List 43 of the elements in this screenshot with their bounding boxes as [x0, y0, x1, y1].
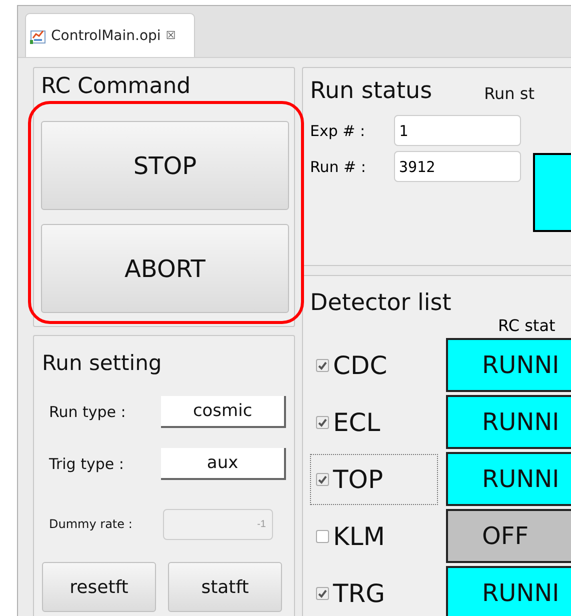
- checkbox[interactable]: [316, 530, 329, 542]
- status-indicator: RUNNI: [446, 395, 571, 449]
- detector-checkbox[interactable]: TOP: [310, 454, 438, 504]
- status-indicator: OFF: [446, 509, 571, 563]
- field-label: Run # :: [310, 158, 367, 176]
- panel-title: Run status: [310, 78, 432, 104]
- field-label: Dummy rate :: [49, 517, 134, 531]
- panel-title: RC Command: [41, 74, 192, 99]
- detector-name: CDC: [333, 350, 388, 380]
- checkbox[interactable]: [316, 416, 329, 428]
- field-label: Run type :: [49, 403, 127, 421]
- input-field[interactable]: 1: [394, 115, 521, 146]
- field-label: Trig type :: [49, 455, 125, 473]
- option-selector[interactable]: aux: [161, 448, 286, 480]
- detector-name: KLM: [333, 522, 385, 550]
- run-state-label: Run st: [484, 84, 534, 104]
- action-button[interactable]: statft: [168, 562, 282, 612]
- detector-checkbox[interactable]: CDC: [310, 340, 438, 390]
- detector-checkbox[interactable]: TRG: [310, 568, 438, 616]
- detector-checkbox[interactable]: KLM: [310, 510, 438, 562]
- panel-title: Run setting: [42, 350, 163, 376]
- command-button[interactable]: STOP: [41, 121, 289, 210]
- status-indicator: RUNNI: [446, 566, 571, 616]
- checkbox[interactable]: [316, 358, 329, 372]
- chart-icon: [30, 28, 46, 44]
- action-button[interactable]: resetft: [42, 562, 156, 612]
- checkbox[interactable]: [316, 472, 329, 486]
- detector-name: ECL: [333, 408, 380, 436]
- editor-tab[interactable]: ControlMain.opi ☒: [25, 13, 195, 57]
- detector-checkbox[interactable]: ECL: [310, 396, 438, 448]
- command-button[interactable]: ABORT: [41, 224, 289, 313]
- detector-name: TOP: [333, 464, 384, 494]
- close-icon[interactable]: ☒: [166, 29, 176, 42]
- detector-name: TRG: [333, 578, 386, 608]
- status-indicator: RUNNI: [446, 338, 571, 392]
- option-selector[interactable]: cosmic: [161, 396, 286, 428]
- checkbox[interactable]: [316, 586, 329, 600]
- tab-title: ControlMain.opi: [51, 28, 161, 44]
- input-field[interactable]: 3912: [394, 151, 521, 182]
- column-header: RC stat: [498, 316, 556, 336]
- status-indicator: RUNNI: [446, 452, 571, 506]
- panel-title: Detector list: [310, 290, 452, 316]
- field-label: Exp # :: [310, 122, 366, 140]
